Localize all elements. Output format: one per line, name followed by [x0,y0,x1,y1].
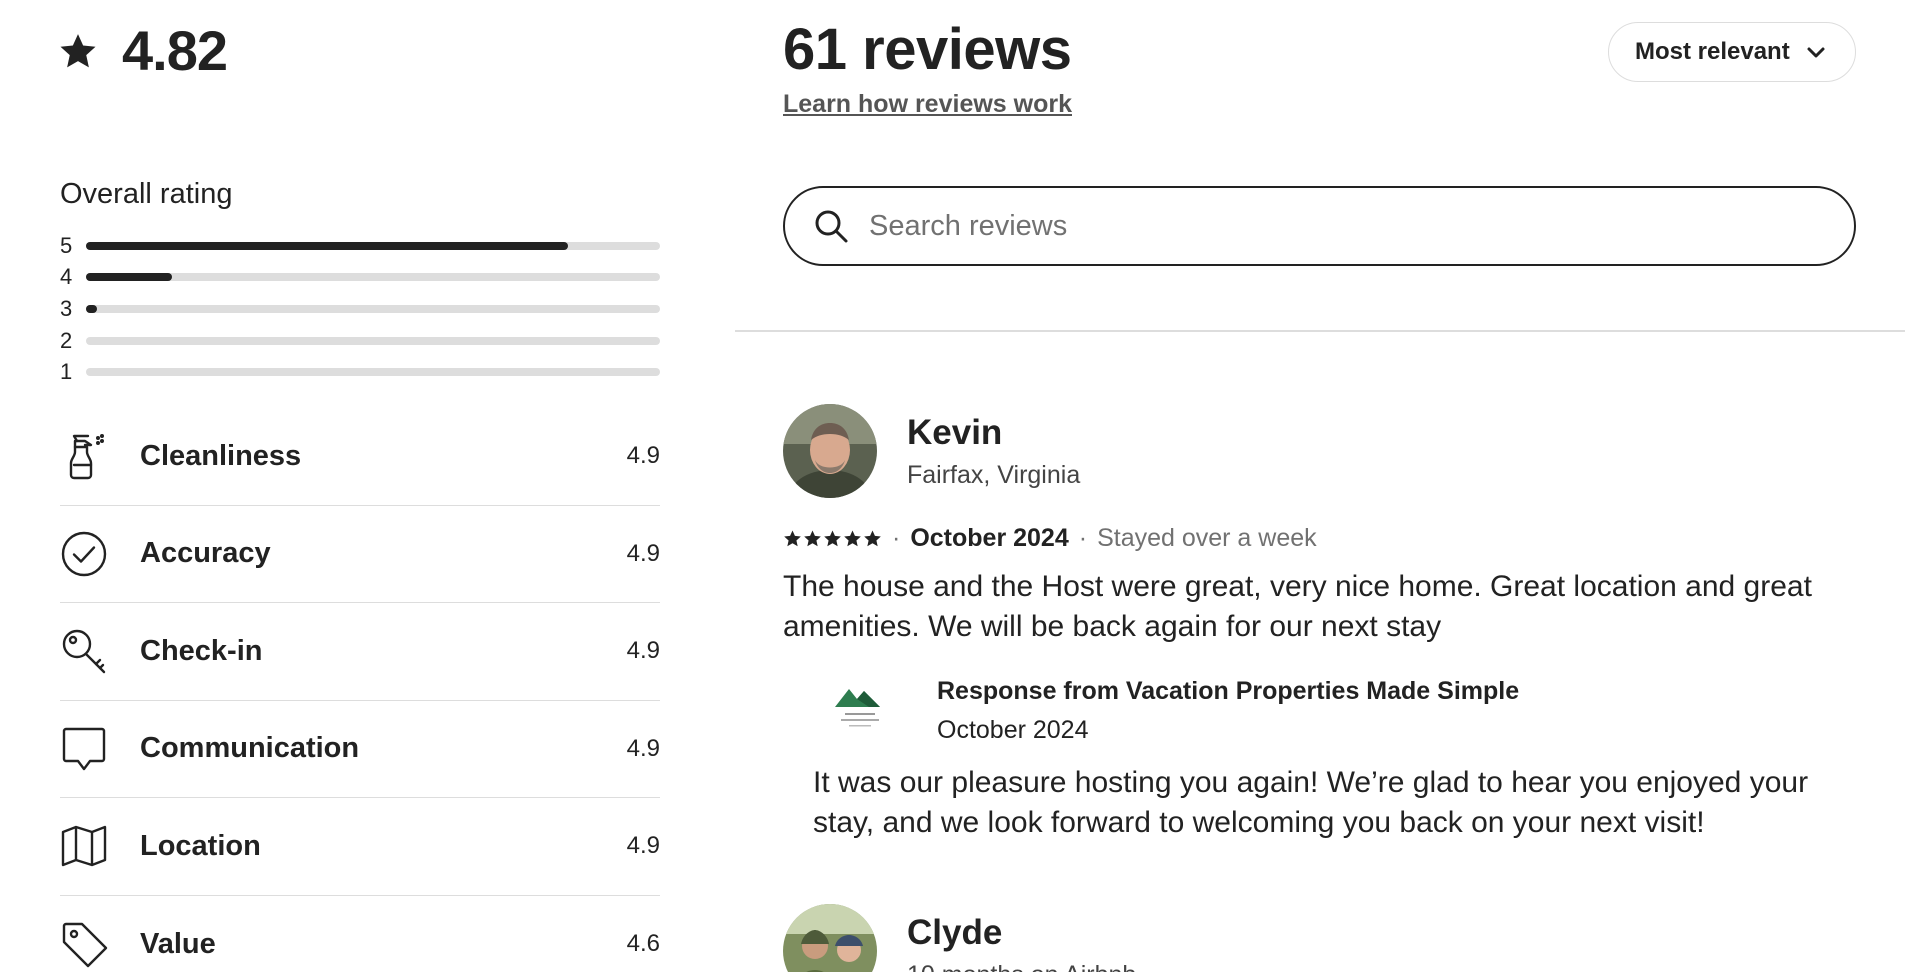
category-row-location: Location 4.9 [60,798,660,896]
category-name: Value [140,927,216,960]
category-name: Accuracy [140,537,271,570]
host-response-info: Response from Vacation Properties Made S… [937,677,1519,745]
map-icon [60,822,108,870]
reviews-panel: 61 reviews Learn how reviews work Most r… [735,0,1920,972]
distribution-track [86,368,660,377]
star-icon [824,530,841,547]
host-response-text: It was our pleasure hosting you again! W… [813,766,1809,839]
category-value: 4.6 [626,930,660,958]
category-value: 4.9 [626,539,660,567]
distribution-fill [86,241,569,250]
distribution-row: 3 [60,293,660,325]
search-reviews-field[interactable] [783,186,1856,266]
reviewer-info: Kevin Fairfax, Virginia [907,413,1080,490]
chevron-down-icon [1807,47,1825,58]
avatar[interactable] [783,404,877,498]
distribution-label: 3 [60,295,73,321]
reviewer-name: Kevin [907,412,1003,452]
reviewer-location: 10 months on Airbnb [907,961,1136,972]
host-response-date: October 2024 [937,716,1089,744]
review-item: Kevin Fairfax, Virginia · October 2024 ·… [783,404,1856,843]
distribution-track [86,304,660,313]
category-ratings: Cleanliness 4.9 Accuracy 4.9 Check-in 4.… [60,408,660,972]
category-value: 4.9 [626,734,660,762]
category-value: 4.9 [626,442,660,470]
category-name: Communication [140,732,360,765]
distribution-track [86,336,660,345]
tag-icon [60,920,108,968]
meta-separator: · [1078,524,1088,552]
overall-rating-title: Overall rating [60,178,233,210]
rating-distribution: 5 4 3 2 1 [60,230,660,388]
category-name: Check-in [140,634,263,667]
review-date: October 2024 [910,524,1069,552]
category-row-check-in: Check-in 4.9 [60,603,660,701]
review-item: Clyde 10 months on Airbnb [783,904,1856,972]
reviewer-location: Fairfax, Virginia [907,460,1081,489]
star-icon [804,530,821,547]
distribution-row: 4 [60,262,660,294]
distribution-label: 5 [60,232,73,258]
distribution-row: 2 [60,325,660,357]
learn-how-reviews-work-link[interactable]: Learn how reviews work [783,90,1072,119]
distribution-label: 4 [60,264,73,290]
category-row-communication: Communication 4.9 [60,701,660,798]
reviewer-name: Clyde [907,912,1003,952]
star-icon [60,33,96,67]
rating-summary-panel: 4.82 Overall rating 5 4 3 2 1 Cleanlines… [0,0,720,972]
distribution-row: 5 [60,230,660,262]
category-value: 4.9 [626,832,660,860]
distribution-fill [86,304,98,313]
category-value: 4.9 [626,637,660,665]
overall-score-value: 4.82 [122,19,228,82]
category-name: Location [140,829,261,862]
distribution-track [86,241,660,250]
search-input[interactable] [869,209,1769,243]
reviews-count-heading: 61 reviews [783,17,1072,82]
host-response-header: Response from Vacation Properties Made S… [813,677,1856,745]
category-name: Cleanliness [140,439,302,472]
check-circle-icon [60,530,108,578]
sort-dropdown[interactable]: Most relevant [1608,22,1856,82]
distribution-track [86,273,660,282]
host-response: Response from Vacation Properties Made S… [813,677,1856,843]
distribution-fill [86,273,173,282]
category-row-cleanliness: Cleanliness 4.9 [60,408,660,506]
sort-dropdown-label: Most relevant [1635,38,1790,65]
avatar[interactable] [783,904,877,972]
key-icon [60,627,108,675]
reviewer-info: Clyde 10 months on Airbnb [907,913,1136,972]
reviewer-header: Kevin Fairfax, Virginia [783,404,1856,498]
star-icon [784,530,801,547]
reviewer-header: Clyde 10 months on Airbnb [783,904,1856,972]
host-logo[interactable] [813,677,907,737]
chat-bubble-icon [60,725,108,773]
category-row-value: Value 4.6 [60,896,660,972]
stay-duration: Stayed over a week [1097,524,1317,552]
distribution-row: 1 [60,356,660,388]
search-icon [815,210,848,243]
review-meta: · October 2024 · Stayed over a week [783,524,1856,553]
star-icon [844,530,861,547]
star-icon [864,530,881,547]
review-text: The house and the Host were great, very … [783,570,1812,643]
spray-bottle-icon [60,432,108,480]
scroll-divider [735,330,1905,332]
distribution-label: 2 [60,327,73,353]
overall-score: 4.82 [58,18,228,83]
review-stars [783,529,882,548]
category-row-accuracy: Accuracy 4.9 [60,506,660,603]
distribution-label: 1 [60,359,73,385]
meta-separator: · [892,524,901,552]
host-response-title: Response from Vacation Properties Made S… [937,677,1520,705]
